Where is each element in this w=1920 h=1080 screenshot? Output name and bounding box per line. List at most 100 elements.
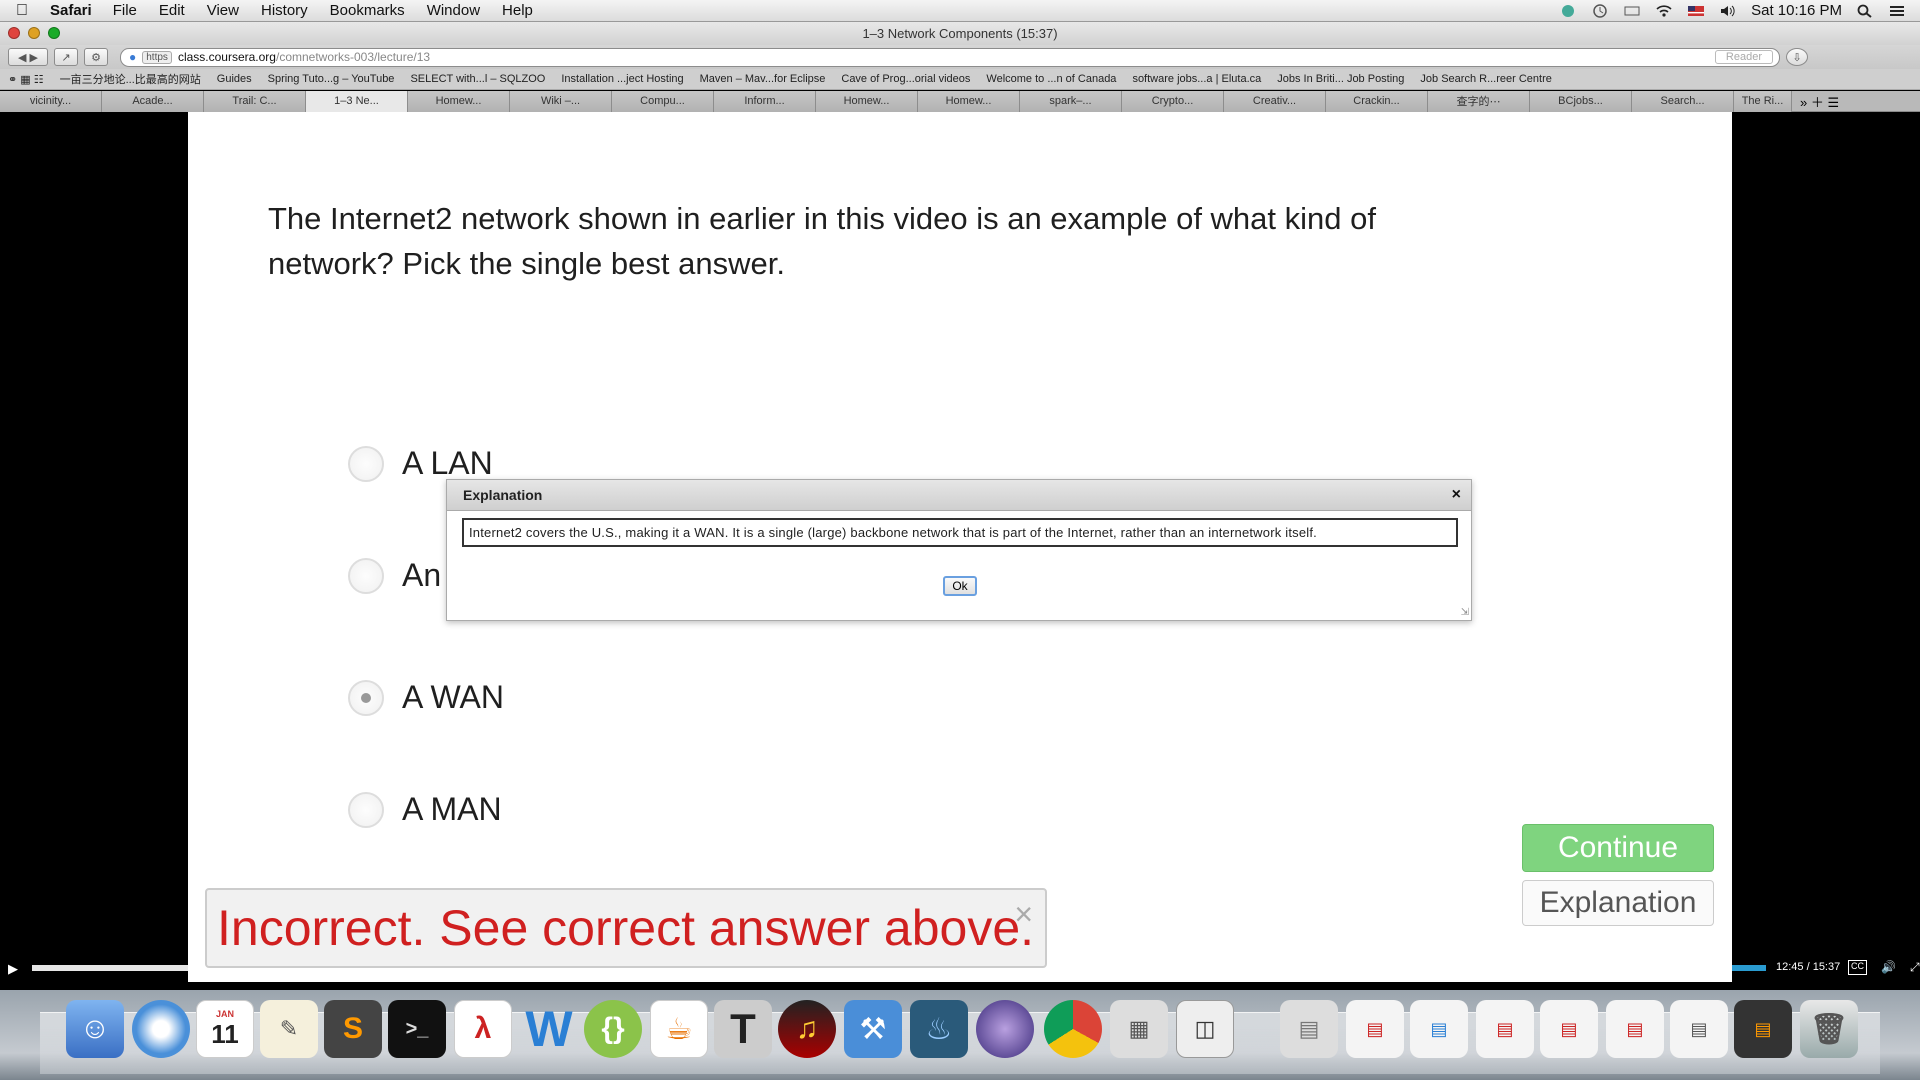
downloads-icon[interactable]: ⇩ bbox=[1786, 48, 1808, 66]
bookmark-item[interactable]: 一亩三分地论...比最高的网站 bbox=[60, 71, 201, 87]
answer-option-wan[interactable]: A WAN bbox=[348, 679, 504, 716]
explanation-button[interactable]: Explanation bbox=[1522, 880, 1714, 926]
video-progress-tail[interactable] bbox=[1732, 965, 1766, 971]
apple-icon[interactable]:  bbox=[16, 2, 40, 20]
pdf-thumbnail-icon[interactable]: ▤ bbox=[1540, 1000, 1598, 1058]
audacity-icon[interactable]: ♫ bbox=[778, 1000, 836, 1058]
tab[interactable]: Acade... bbox=[102, 90, 204, 112]
volume-icon[interactable]: 🔊 bbox=[1881, 960, 1896, 975]
terminal-icon[interactable]: >_ bbox=[388, 1000, 446, 1058]
radio-button-selected[interactable] bbox=[348, 679, 384, 716]
bookmark-item[interactable]: software jobs...a | Eluta.ca bbox=[1132, 73, 1261, 85]
display-mirror-icon[interactable] bbox=[1623, 4, 1641, 18]
brackets-icon[interactable]: {} bbox=[584, 1000, 642, 1058]
menu-bookmarks[interactable]: Bookmarks bbox=[319, 2, 416, 19]
bookmark-item[interactable]: Jobs In Briti... Job Posting bbox=[1277, 73, 1404, 85]
menu-app-name[interactable]: Safari bbox=[40, 2, 102, 19]
reading-list-icon[interactable]: ⚭ ▦ ☷ bbox=[8, 73, 44, 86]
bookmark-item[interactable]: Spring Tuto...g – YouTube bbox=[268, 73, 395, 85]
bookmark-item[interactable]: Cave of Prog...orial videos bbox=[841, 73, 970, 85]
safari-icon[interactable] bbox=[132, 1000, 190, 1058]
xcode-icon[interactable]: ⚒ bbox=[844, 1000, 902, 1058]
tab[interactable]: Crypto... bbox=[1122, 90, 1224, 112]
window-thumbnail-icon[interactable]: ▤ bbox=[1734, 1000, 1792, 1058]
video-progress-bar[interactable] bbox=[32, 965, 188, 971]
input-flag-icon[interactable] bbox=[1687, 4, 1705, 18]
menu-file[interactable]: File bbox=[102, 2, 148, 19]
back-forward-buttons[interactable]: ◀ ▶ bbox=[8, 48, 48, 66]
trash-icon[interactable]: 🗑 bbox=[1800, 1000, 1858, 1058]
tab[interactable]: Crackin... bbox=[1326, 90, 1428, 112]
document-thumbnail-icon[interactable]: ▤ bbox=[1280, 1000, 1338, 1058]
chrome-icon[interactable] bbox=[1044, 1000, 1102, 1058]
calculator-icon[interactable]: ▦ bbox=[1110, 1000, 1168, 1058]
notification-center-icon[interactable] bbox=[1888, 4, 1906, 18]
pdf-thumbnail-icon[interactable]: ▤ bbox=[1476, 1000, 1534, 1058]
sync-icon[interactable] bbox=[1559, 4, 1577, 18]
reader-button[interactable]: Reader bbox=[1714, 50, 1773, 64]
answer-option-internetwork[interactable]: An bbox=[348, 557, 441, 594]
tab-active[interactable]: 1–3 Ne... bbox=[306, 90, 408, 112]
close-feedback-icon[interactable]: × bbox=[1014, 896, 1033, 933]
bookmark-item[interactable]: Guides bbox=[217, 73, 252, 85]
menu-window[interactable]: Window bbox=[416, 2, 491, 19]
tab[interactable]: BCjobs... bbox=[1530, 90, 1632, 112]
radio-button[interactable] bbox=[348, 791, 384, 828]
tab[interactable]: vicinity... bbox=[0, 90, 102, 112]
pdf-thumbnail-icon[interactable]: ▤ bbox=[1606, 1000, 1664, 1058]
screenshot-thumbnail-icon[interactable]: ▤ bbox=[1670, 1000, 1728, 1058]
close-window-button[interactable] bbox=[8, 27, 20, 39]
spotlight-icon[interactable] bbox=[1856, 4, 1874, 18]
tab[interactable]: Wiki –... bbox=[510, 90, 612, 112]
tab[interactable]: 查字的⋯ bbox=[1428, 90, 1530, 112]
bookmark-item[interactable]: Welcome to ...n of Canada bbox=[986, 73, 1116, 85]
dialog-close-icon[interactable]: × bbox=[1452, 486, 1461, 504]
radio-button[interactable] bbox=[348, 445, 384, 482]
tab[interactable]: Inform... bbox=[714, 90, 816, 112]
word-icon[interactable]: W bbox=[520, 1000, 578, 1058]
volume-icon[interactable] bbox=[1719, 4, 1737, 18]
finder-icon[interactable]: ☺ bbox=[66, 1000, 124, 1058]
address-bar[interactable]: ● https class.coursera.org/comnetworks-0… bbox=[120, 47, 1780, 67]
eclipse-icon[interactable] bbox=[976, 1000, 1034, 1058]
preview-icon[interactable]: ◫ bbox=[1176, 1000, 1234, 1058]
ok-button[interactable]: Ok bbox=[943, 576, 977, 596]
tab[interactable]: The Ri... bbox=[1734, 90, 1792, 112]
typography-icon[interactable]: T bbox=[714, 1000, 772, 1058]
radio-button[interactable] bbox=[348, 557, 384, 594]
time-machine-icon[interactable] bbox=[1591, 3, 1609, 18]
menu-help[interactable]: Help bbox=[491, 2, 544, 19]
continue-button[interactable]: Continue bbox=[1522, 824, 1714, 872]
play-icon[interactable]: ▶ bbox=[8, 961, 18, 977]
tab[interactable]: Homew... bbox=[918, 90, 1020, 112]
answer-option-lan[interactable]: A LAN bbox=[348, 445, 493, 482]
menu-edit[interactable]: Edit bbox=[148, 2, 196, 19]
share-button[interactable]: ↗ bbox=[54, 48, 78, 66]
tab[interactable]: Homew... bbox=[816, 90, 918, 112]
zoom-window-button[interactable] bbox=[48, 27, 60, 39]
wifi-icon[interactable] bbox=[1655, 4, 1673, 18]
menu-history[interactable]: History bbox=[250, 2, 319, 19]
bookmark-item[interactable]: SELECT with...l – SQLZOO bbox=[410, 73, 545, 85]
textedit-icon[interactable]: ✎ bbox=[260, 1000, 318, 1058]
java-icon[interactable]: ☕ bbox=[650, 1000, 708, 1058]
word-doc-thumbnail-icon[interactable]: ▤ bbox=[1410, 1000, 1468, 1058]
bookmark-item[interactable]: Maven – Mav...for Eclipse bbox=[700, 73, 826, 85]
resize-handle-icon[interactable]: ⇲ bbox=[1461, 607, 1469, 618]
calendar-icon[interactable]: JAN 11 bbox=[196, 1000, 254, 1058]
bookmark-item[interactable]: Job Search R...reer Centre bbox=[1420, 73, 1551, 85]
tab[interactable]: Creativ... bbox=[1224, 90, 1326, 112]
tab-overflow-icon[interactable]: » ＋ ☰ bbox=[1792, 92, 1847, 111]
acrobat-icon[interactable]: λ bbox=[454, 1000, 512, 1058]
extension-button[interactable]: ⚙ bbox=[84, 48, 108, 66]
tab[interactable]: Homew... bbox=[408, 90, 510, 112]
fullscreen-icon[interactable]: ⤢ bbox=[1910, 960, 1920, 975]
tab[interactable]: Search... bbox=[1632, 90, 1734, 112]
clock[interactable]: Sat 10:16 PM bbox=[1751, 2, 1842, 19]
tab[interactable]: Compu... bbox=[612, 90, 714, 112]
tab[interactable]: spark–... bbox=[1020, 90, 1122, 112]
bookmark-item[interactable]: Installation ...ject Hosting bbox=[561, 73, 683, 85]
minimize-window-button[interactable] bbox=[28, 27, 40, 39]
captions-icon[interactable]: CC bbox=[1848, 960, 1867, 975]
answer-option-man[interactable]: A MAN bbox=[348, 791, 502, 828]
